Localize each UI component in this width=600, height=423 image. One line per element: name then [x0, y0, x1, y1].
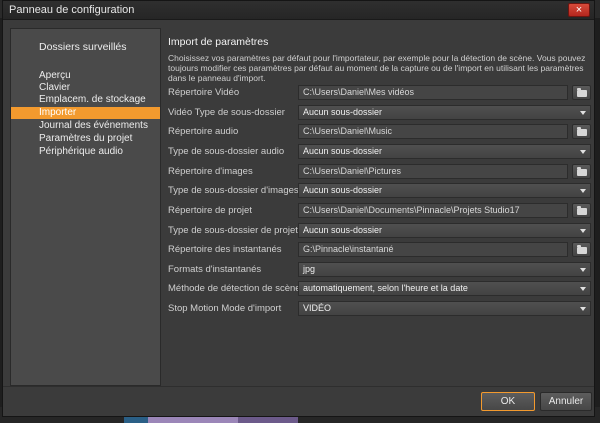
chevron-down-icon [580, 189, 586, 193]
folder-icon [577, 167, 587, 176]
sidebar-item-import[interactable]: Importer [11, 107, 160, 119]
setting-label: Répertoire d'images [168, 166, 253, 177]
import-settings-panel: Import de paramètres Choisissez vos para… [162, 28, 591, 386]
setting-label: Type de sous-dossier audio [168, 146, 285, 157]
settings-sidebar: Dossiers surveillés Aperçu Clavier Empla… [10, 28, 161, 386]
setting-row-audio-subfolder: Type de sous-dossier audio Aucun sous-do… [168, 144, 591, 160]
sidebar-item-audio-device[interactable]: Périphérique audio [11, 146, 160, 158]
setting-row-project-directory: Répertoire de projet C:\Users\Daniel\Doc… [168, 203, 591, 219]
dropdown-value: automatiquement, selon l'heure et la dat… [303, 283, 468, 293]
setting-row-stop-motion: Stop Motion Mode d'import VIDÉO [168, 301, 591, 317]
dropdown-value: Aucun sous-dossier [303, 146, 383, 156]
scene-detection-dropdown[interactable]: automatiquement, selon l'heure et la dat… [298, 281, 591, 296]
dialog-title: Panneau de configuration [9, 4, 135, 16]
browse-audio-directory-button[interactable] [572, 124, 591, 139]
video-directory-field[interactable]: C:\Users\Daniel\Mes vidéos [298, 85, 568, 100]
folder-icon [577, 245, 587, 254]
sidebar-item-watched-folders[interactable]: Dossiers surveillés [11, 41, 160, 53]
sidebar-item-project-settings[interactable]: Paramètres du projet [11, 133, 160, 145]
browse-video-directory-button[interactable] [572, 85, 591, 100]
dropdown-value: jpg [303, 264, 316, 274]
setting-row-snapshot-directory: Répertoire des instantanés G:\Pinnacle\i… [168, 242, 591, 258]
project-directory-field[interactable]: C:\Users\Daniel\Documents\Pinnacle\Proje… [298, 203, 568, 218]
dropdown-value: Aucun sous-dossier [303, 107, 383, 117]
project-subfolder-dropdown[interactable]: Aucun sous-dossier [298, 223, 591, 238]
cancel-button[interactable]: Annuler [540, 392, 592, 411]
audio-subfolder-dropdown[interactable]: Aucun sous-dossier [298, 144, 591, 159]
setting-label: Méthode de détection de scène [168, 283, 301, 294]
ok-button[interactable]: OK [481, 392, 535, 411]
close-button[interactable]: × [568, 3, 590, 17]
chevron-down-icon [580, 268, 586, 272]
stop-motion-dropdown[interactable]: VIDÉO [298, 301, 591, 316]
sidebar-item-storage-locations[interactable]: Emplacem. de stockage [11, 94, 160, 106]
chevron-down-icon [580, 111, 586, 115]
setting-label: Répertoire audio [168, 126, 239, 137]
snapshot-format-dropdown[interactable]: jpg [298, 262, 591, 277]
setting-label: Type de sous-dossier d'images [168, 185, 299, 196]
configuration-dialog: Panneau de configuration × Dossiers surv… [2, 0, 595, 417]
setting-row-scene-detection: Méthode de détection de scène automatiqu… [168, 281, 591, 297]
setting-label: Stop Motion Mode d'import [168, 303, 282, 314]
setting-label: Formats d'instantanés [168, 264, 262, 275]
folder-icon [577, 206, 587, 215]
chevron-down-icon [580, 150, 586, 154]
browse-snapshot-directory-button[interactable] [572, 242, 591, 257]
dropdown-value: Aucun sous-dossier [303, 185, 383, 195]
setting-row-project-subfolder: Type de sous-dossier de projet Aucun sou… [168, 223, 591, 239]
sidebar-item-preview[interactable]: Aperçu [11, 70, 160, 82]
setting-label: Répertoire Vidéo [168, 87, 240, 98]
setting-label: Répertoire de projet [168, 205, 252, 216]
sidebar-item-keyboard[interactable]: Clavier [11, 82, 160, 94]
image-subfolder-dropdown[interactable]: Aucun sous-dossier [298, 183, 591, 198]
setting-row-audio-directory: Répertoire audio C:\Users\Daniel\Music [168, 124, 591, 140]
browse-image-directory-button[interactable] [572, 164, 591, 179]
setting-row-image-directory: Répertoire d'images C:\Users\Daniel\Pict… [168, 164, 591, 180]
image-directory-field[interactable]: C:\Users\Daniel\Pictures [298, 164, 568, 179]
setting-label: Vidéo Type de sous-dossier [168, 107, 285, 118]
close-icon: × [575, 4, 583, 16]
video-subfolder-dropdown[interactable]: Aucun sous-dossier [298, 105, 591, 120]
audio-directory-field[interactable]: C:\Users\Daniel\Music [298, 124, 568, 139]
browse-project-directory-button[interactable] [572, 203, 591, 218]
dropdown-value: Aucun sous-dossier [303, 225, 383, 235]
folder-icon [577, 88, 587, 97]
snapshot-directory-field[interactable]: G:\Pinnacle\instantané [298, 242, 568, 257]
setting-row-video-subfolder: Vidéo Type de sous-dossier Aucun sous-do… [168, 105, 591, 121]
setting-row-snapshot-format: Formats d'instantanés jpg [168, 262, 591, 278]
chevron-down-icon [580, 229, 586, 233]
setting-label: Répertoire des instantanés [168, 244, 282, 255]
setting-label: Type de sous-dossier de projet [168, 225, 298, 236]
folder-icon [577, 127, 587, 136]
dialog-titlebar[interactable]: Panneau de configuration × [3, 1, 594, 20]
setting-row-image-subfolder: Type de sous-dossier d'images Aucun sous… [168, 183, 591, 199]
setting-row-video-directory: Répertoire Vidéo C:\Users\Daniel\Mes vid… [168, 85, 591, 101]
chevron-down-icon [580, 307, 586, 311]
section-description: Choisissez vos paramètres par défaut pou… [168, 53, 586, 83]
section-title: Import de paramètres [168, 36, 269, 48]
dropdown-value: VIDÉO [303, 303, 332, 313]
sidebar-item-event-log[interactable]: Journal des événements [11, 120, 160, 132]
chevron-down-icon [580, 287, 586, 291]
footer-divider [3, 386, 594, 387]
